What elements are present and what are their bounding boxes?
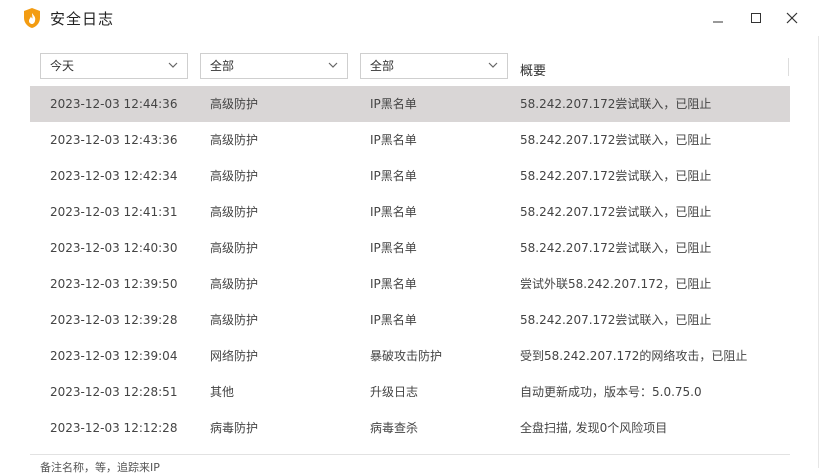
log-time: 2023-12-03 12:39:04 — [50, 349, 178, 363]
log-description: 尝试外联58.242.207.172，已阻止 — [520, 277, 712, 291]
log-description: 58.242.207.172尝试联入，已阻止 — [520, 313, 712, 327]
log-description: 58.242.207.172尝试联入，已阻止 — [520, 241, 712, 255]
table-row[interactable]: 2023-12-03 12:43:36 高级防护 IP黑名单 58.242.207.1… — [30, 122, 790, 158]
maximize-button[interactable] — [742, 4, 770, 32]
log-type: 高级防护 — [210, 241, 259, 255]
log-category: IP黑名单 — [370, 241, 417, 255]
type-filter-value: 全部 — [210, 59, 235, 73]
log-description: 全盘扫描, 发现0个风险项目 — [520, 421, 668, 435]
table-row[interactable]: 2023-12-03 12:42:34 高级防护 IP黑名单 58.242.207.1… — [30, 158, 790, 194]
log-type: 其他 — [210, 385, 235, 399]
category-filter-select[interactable]: 全部 — [360, 53, 508, 79]
close-button[interactable] — [778, 4, 806, 32]
log-time: 2023-12-03 12:42:34 — [50, 169, 178, 183]
footer-divider — [30, 454, 790, 455]
log-description: 58.242.207.172尝试联入，已阻止 — [520, 133, 712, 147]
log-type: 网络防护 — [210, 349, 259, 363]
log-category: 暴破攻击防护 — [370, 349, 443, 363]
category-filter-value: 全部 — [370, 59, 395, 73]
log-time: 2023-12-03 12:28:51 — [50, 385, 178, 399]
minimize-button[interactable] — [704, 4, 732, 32]
log-time: 2023-12-03 12:40:30 — [50, 241, 178, 255]
log-time: 2023-12-03 12:41:31 — [50, 205, 178, 219]
chevron-down-icon — [168, 62, 178, 68]
header-divider — [788, 58, 789, 76]
log-type: 高级防护 — [210, 97, 259, 111]
maximize-icon — [751, 13, 761, 23]
chevron-down-icon — [488, 62, 498, 68]
table-row[interactable]: 2023-12-03 12:39:04 网络防护 暴破攻击防护 受到58.242.20… — [30, 338, 790, 374]
filter-bar: 今天 全部 全部 概要 — [30, 50, 790, 84]
type-filter-select[interactable]: 全部 — [200, 53, 348, 79]
log-description: 自动更新成功，版本号：5.0.75.0 — [520, 385, 702, 399]
log-description: 58.242.207.172尝试联入，已阻止 — [520, 169, 712, 183]
table-row[interactable]: 2023-12-03 12:28:51 其他 升级日志 自动更新成功，版本号：5.0.… — [30, 374, 790, 410]
log-category: IP黑名单 — [370, 205, 417, 219]
footer-text: 备注名称，等，追踪来IP — [40, 461, 160, 474]
flame-shield-icon — [24, 8, 40, 28]
window-edge — [818, 36, 819, 468]
log-description: 受到58.242.207.172的网络攻击，已阻止 — [520, 349, 748, 363]
log-category: IP黑名单 — [370, 97, 417, 111]
date-filter-select[interactable]: 今天 — [40, 53, 188, 79]
log-type: 高级防护 — [210, 133, 259, 147]
table-row[interactable]: 2023-12-03 12:44:36 高级防护 IP黑名单 58.242.207.1… — [30, 86, 790, 122]
log-time: 2023-12-03 12:12:28 — [50, 421, 178, 435]
log-time: 2023-12-03 12:44:36 — [50, 97, 178, 111]
table-row[interactable]: 2023-12-03 12:39:28 高级防护 IP黑名单 58.242.207.1… — [30, 302, 790, 338]
date-filter-value: 今天 — [50, 59, 75, 73]
close-icon — [786, 12, 798, 24]
log-description: 58.242.207.172尝试联入，已阻止 — [520, 97, 712, 111]
table-row[interactable]: 2023-12-03 12:39:50 高级防护 IP黑名单 尝试外联58.242.2… — [30, 266, 790, 302]
log-type: 高级防护 — [210, 277, 259, 291]
table-row[interactable]: 2023-12-03 12:12:28 病毒防护 病毒查杀 全盘扫描, 发现0个风险项… — [30, 410, 790, 446]
window-title: 安全日志 — [50, 10, 115, 28]
log-time: 2023-12-03 12:39:50 — [50, 277, 178, 291]
minimize-icon — [713, 21, 723, 23]
log-type: 高级防护 — [210, 169, 259, 183]
log-category: IP黑名单 — [370, 313, 417, 327]
log-table: 2023-12-03 12:44:36 高级防护 IP黑名单 58.242.207.1… — [30, 86, 790, 446]
summary-column-header: 概要 — [520, 64, 547, 79]
log-category: IP黑名单 — [370, 133, 417, 147]
log-category: 病毒查杀 — [370, 421, 419, 435]
log-category: 升级日志 — [370, 385, 419, 399]
log-category: IP黑名单 — [370, 169, 417, 183]
chevron-down-icon — [328, 62, 338, 68]
log-type: 病毒防护 — [210, 421, 259, 435]
log-category: IP黑名单 — [370, 277, 417, 291]
table-row[interactable]: 2023-12-03 12:40:30 高级防护 IP黑名单 58.242.207.1… — [30, 230, 790, 266]
title-bar: 安全日志 — [0, 0, 822, 36]
log-time: 2023-12-03 12:39:28 — [50, 313, 178, 327]
log-description: 58.242.207.172尝试联入，已阻止 — [520, 205, 712, 219]
log-type: 高级防护 — [210, 313, 259, 327]
table-row[interactable]: 2023-12-03 12:41:31 高级防护 IP黑名单 58.242.207.1… — [30, 194, 790, 230]
log-time: 2023-12-03 12:43:36 — [50, 133, 178, 147]
log-type: 高级防护 — [210, 205, 259, 219]
